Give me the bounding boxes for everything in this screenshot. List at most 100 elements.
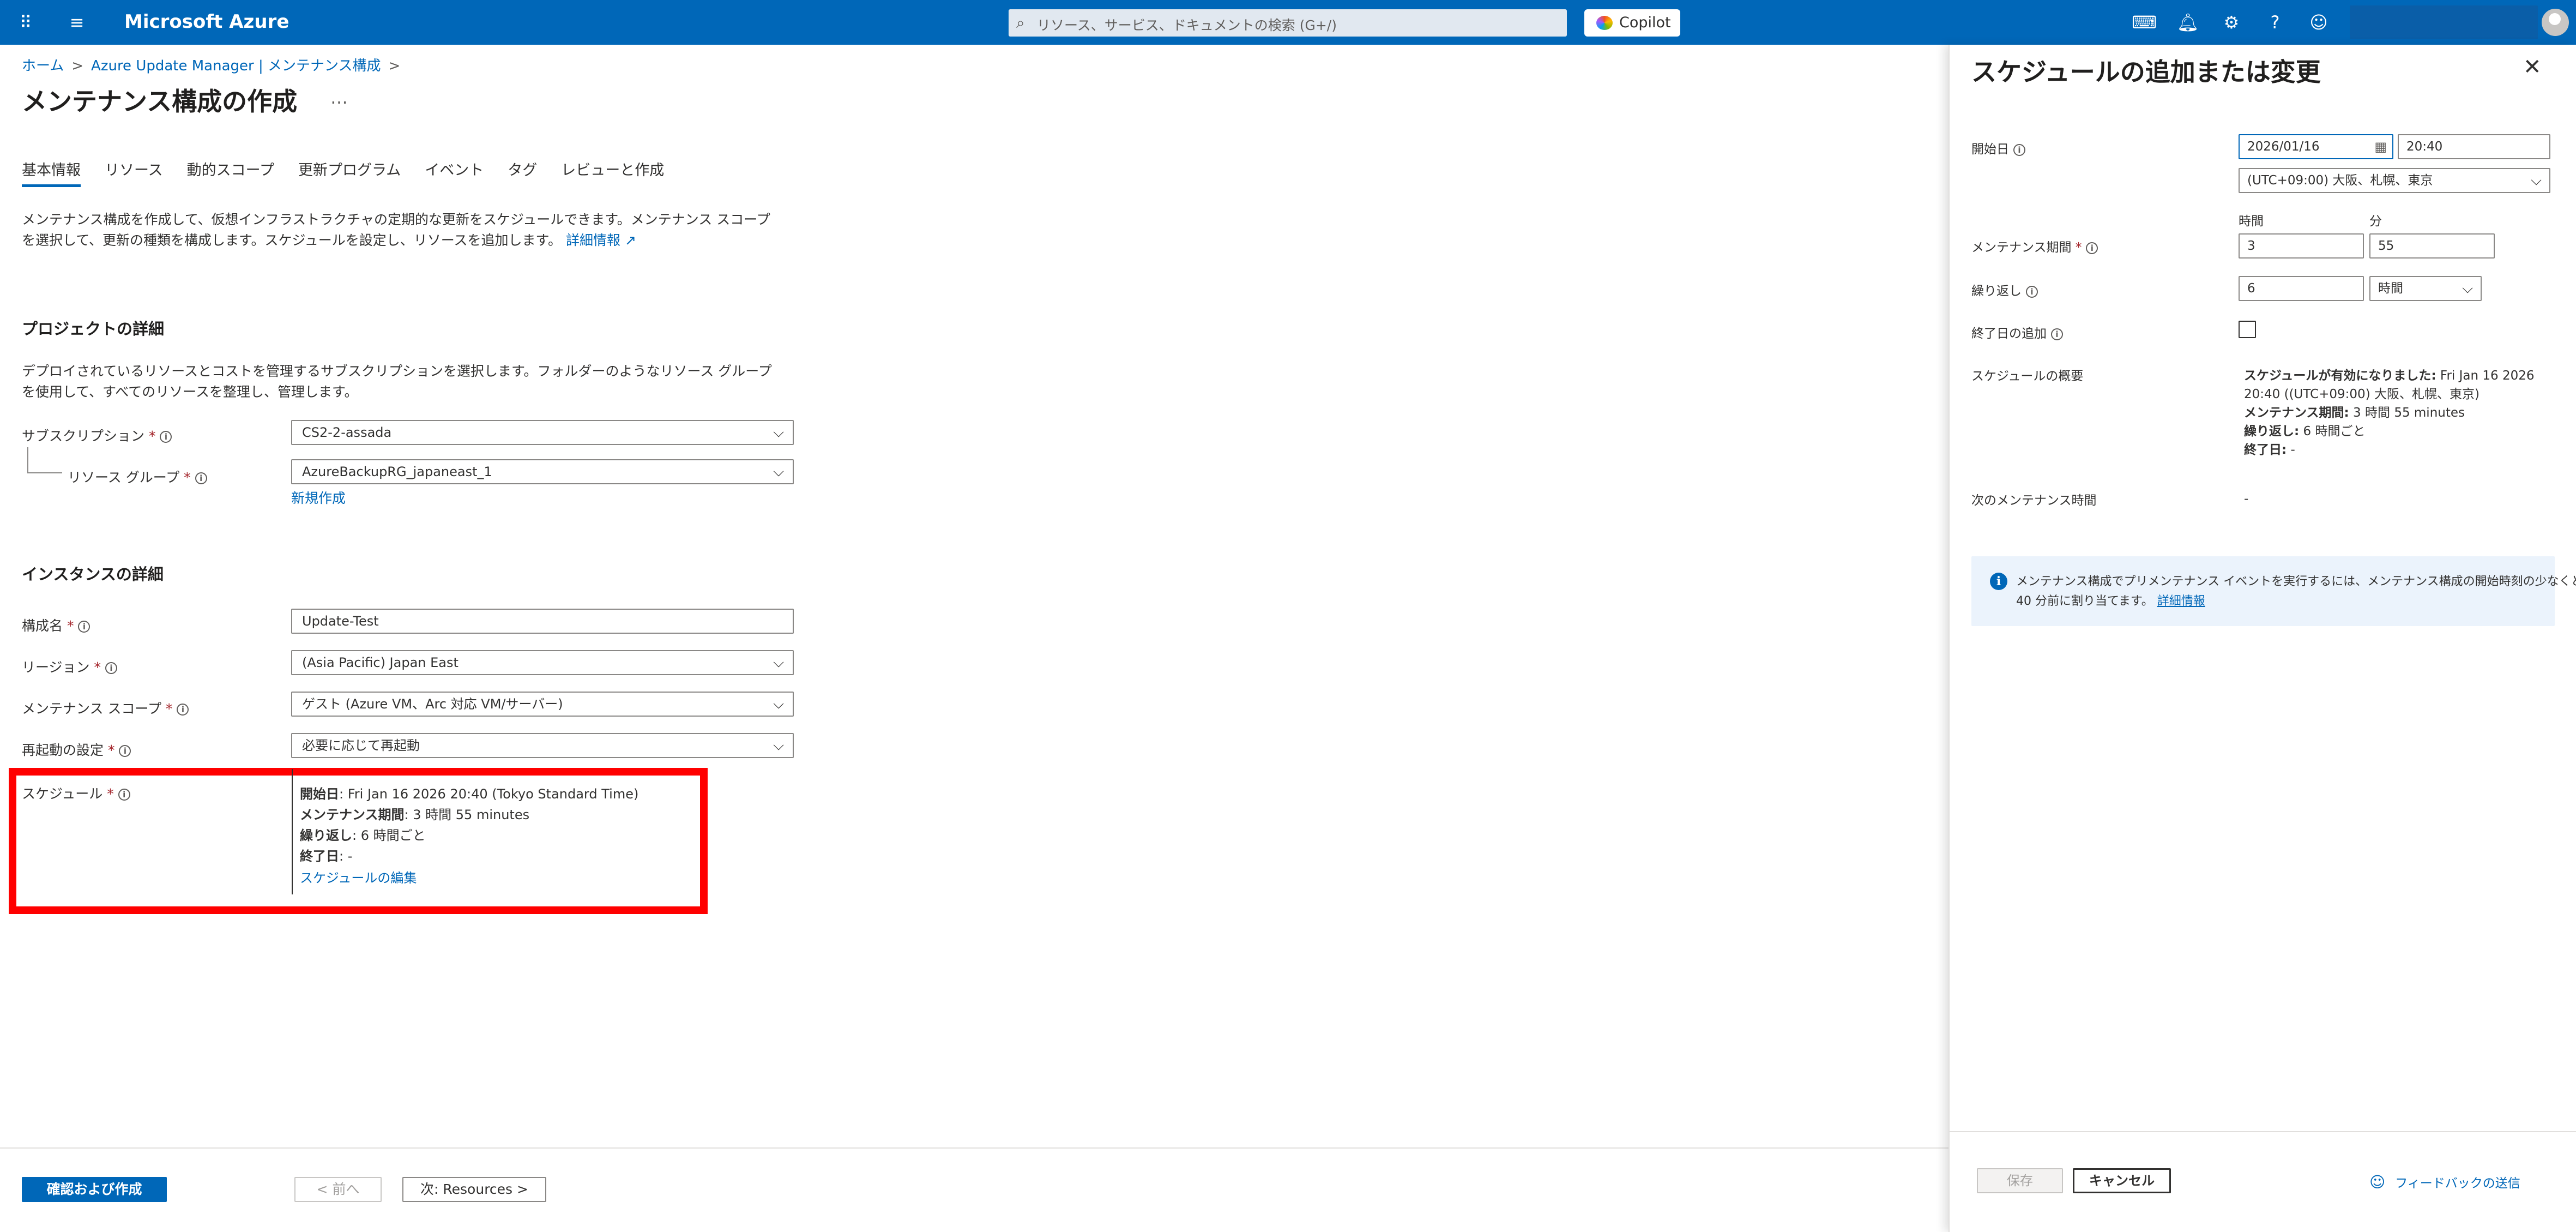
info-icon[interactable]: i [2086, 242, 2098, 254]
hours-header: 時間 [2239, 214, 2264, 229]
config-name-label: 構成名 * i [22, 615, 91, 635]
banner-learn-more-link[interactable]: 詳細情報 [2157, 594, 2205, 608]
region-select[interactable]: (Asia Pacific) Japan East ⌵ [291, 650, 794, 675]
summary-end: 終了日: - [2244, 443, 2295, 457]
info-icon[interactable]: i [2026, 285, 2038, 298]
panel-title: スケジュールの追加または変更 [1971, 57, 2321, 87]
next-maintenance-label: 次のメンテナンス時間 [1971, 494, 2097, 508]
send-feedback-link[interactable]: ☺ フィードバックの送信 [2369, 1173, 2520, 1191]
info-icon[interactable]: i [2051, 328, 2063, 340]
previous-button[interactable]: < 前へ [294, 1177, 382, 1202]
schedule-label: スケジュール * i [22, 783, 130, 803]
resource-group-select[interactable]: AzureBackupRG_japaneast_1 ⌵ [291, 459, 794, 484]
info-icon[interactable]: i [118, 789, 130, 801]
create-new-link[interactable]: 新規作成 [291, 488, 346, 507]
summary-duration: メンテナンス期間: 3 時間 55 minutes [2244, 406, 2465, 420]
cancel-button[interactable]: キャンセル [2073, 1168, 2171, 1193]
info-icon[interactable]: i [2013, 143, 2025, 156]
chevron-down-icon: ⌵ [773, 464, 784, 480]
config-name-input[interactable]: Update-Test [291, 609, 794, 634]
project-desc-line-1: デプロイされているリソースとコストを管理するサブスクリプションを選択します。フォ… [22, 363, 772, 379]
chevron-down-icon: ⌵ [2462, 280, 2473, 297]
tree-connector [27, 447, 28, 473]
more-icon[interactable]: … [330, 87, 348, 108]
maintenance-window-label: メンテナンス期間 * i [1971, 237, 2098, 255]
tab-resources[interactable]: リソース [105, 158, 163, 189]
schedule-summary-bar [292, 769, 293, 894]
duration-hours-input[interactable]: 3 [2239, 233, 2364, 259]
tab-review-create[interactable]: レビューと作成 [561, 158, 664, 189]
intro-line-2: を選択して、更新の種類を構成します。スケジュールを設定し、リソースを追加します。 [22, 232, 562, 248]
info-icon[interactable]: i [177, 704, 189, 716]
subscription-select[interactable]: CS2-2-assada ⌵ [291, 420, 794, 445]
add-end-date-checkbox[interactable] [2239, 321, 2256, 338]
project-desc-line-2: を使用して、すべてのリソースを整理し、管理します。 [22, 384, 358, 400]
search-placeholder: リソース、サービス、ドキュメントの検索 (G+/) [1037, 17, 1337, 33]
hamburger-icon[interactable]: ≡ [64, 10, 89, 35]
chevron-down-icon: ⌵ [773, 424, 784, 441]
chevron-down-icon: ⌵ [2531, 172, 2542, 189]
breadcrumb-parent[interactable]: Azure Update Manager | メンテナンス構成 [91, 58, 381, 74]
intro-line-1: メンテナンス構成を作成して、仮想インフラストラクチャの定期的な更新をスケジュール… [22, 212, 770, 227]
tab-tags[interactable]: タグ [508, 158, 537, 189]
footer-divider [0, 1147, 1948, 1149]
edit-schedule-link[interactable]: スケジュールの編集 [300, 867, 417, 886]
cloud-shell-icon[interactable]: ⌨ [2132, 10, 2157, 35]
start-date-input[interactable]: 2026/01/16 ▦ [2239, 134, 2393, 159]
info-icon[interactable]: i [119, 745, 131, 757]
gear-icon[interactable]: ⚙ [2219, 10, 2244, 35]
summary-enabled: スケジュールが有効になりました: Fri Jan 16 2026 [2244, 369, 2535, 383]
repeat-label: 繰り返し i [1971, 280, 2038, 299]
maintenance-scope-select[interactable]: ゲスト (Azure VM、Arc 対応 VM/サーバー) ⌵ [291, 692, 794, 717]
timezone-select[interactable]: (UTC+09:00) 大阪、札幌、東京 ⌵ [2239, 168, 2550, 193]
next-button[interactable]: 次: Resources > [402, 1177, 546, 1202]
schedule-panel: スケジュールの追加または変更 ✕ 開始日 i 2026/01/16 ▦ 20:40 … [1948, 45, 2576, 1232]
avatar[interactable] [2542, 9, 2569, 36]
external-link-icon: ↗ [624, 232, 636, 248]
instance-details-heading: インスタンスの詳細 [22, 565, 164, 584]
duration-minutes-input[interactable]: 55 [2369, 233, 2495, 259]
bell-icon[interactable]: 🔔︎ [2175, 10, 2200, 35]
feedback-icon: ☺ [2369, 1173, 2386, 1191]
info-filled-icon: i [1990, 573, 2007, 590]
learn-more-link[interactable]: 詳細情報 [566, 232, 620, 248]
repeat-interval-input[interactable]: 6 [2239, 276, 2364, 301]
save-button[interactable]: 保存 [1977, 1168, 2063, 1193]
next-maintenance-value: - [2244, 492, 2249, 506]
banner-line-2: 40 分前に割り当てます。 詳細情報 [2016, 594, 2205, 608]
tab-basics[interactable]: 基本情報 [22, 158, 81, 189]
chevron-right-icon: > [388, 58, 401, 74]
intro-text: メンテナンス構成を作成して、仮想インフラストラクチャの定期的な更新をスケジュール… [22, 209, 796, 251]
info-icon[interactable]: i [195, 472, 207, 484]
info-icon[interactable]: i [78, 621, 91, 633]
tree-connector [27, 472, 62, 473]
summary-repeat: 繰り返し: 6 時間ごと [2244, 424, 2366, 438]
waffle-icon[interactable]: ⠿ [13, 10, 38, 35]
subscription-label: サブスクリプション * i [22, 425, 172, 445]
summary-start: 20:40 ((UTC+09:00) 大阪、札幌、東京) [2244, 387, 2480, 401]
schedule-start: 開始日: Fri Jan 16 2026 20:40 (Tokyo Standa… [300, 786, 639, 802]
info-icon[interactable]: i [105, 662, 117, 674]
project-details-heading: プロジェクトの詳細 [22, 320, 165, 338]
start-time-input[interactable]: 20:40 [2398, 134, 2550, 159]
help-icon[interactable]: ? [2263, 10, 2288, 35]
info-icon[interactable]: i [160, 431, 172, 443]
page-title: メンテナンス構成の作成 [22, 87, 298, 116]
brand-logo[interactable]: Microsoft Azure [124, 11, 289, 33]
review-create-button[interactable]: 確認および作成 [22, 1177, 167, 1202]
chevron-down-icon: ⌵ [773, 654, 784, 671]
breadcrumb-home[interactable]: ホーム [22, 58, 64, 74]
copilot-button[interactable]: Copilot [1584, 9, 1680, 37]
add-end-date-label: 終了日の追加 i [1971, 323, 2063, 341]
feedback-icon[interactable]: ☺ [2306, 10, 2331, 35]
reboot-setting-select[interactable]: 必要に応じて再起動 ⌵ [291, 733, 794, 758]
close-icon[interactable]: ✕ [2523, 55, 2542, 80]
tab-dynamic-scopes[interactable]: 動的スコープ [187, 158, 274, 189]
project-description: デプロイされているリソースとコストを管理するサブスクリプションを選択します。フォ… [22, 361, 796, 402]
repeat-unit-select[interactable]: 時間 ⌵ [2369, 276, 2482, 301]
account-info[interactable] [2350, 5, 2538, 39]
tab-events[interactable]: イベント [425, 158, 484, 189]
search-input[interactable]: ⌕ リソース、サービス、ドキュメントの検索 (G+/) [1009, 9, 1567, 37]
tab-updates[interactable]: 更新プログラム [298, 158, 401, 189]
schedule-duration: メンテナンス期間: 3 時間 55 minutes [300, 807, 530, 822]
